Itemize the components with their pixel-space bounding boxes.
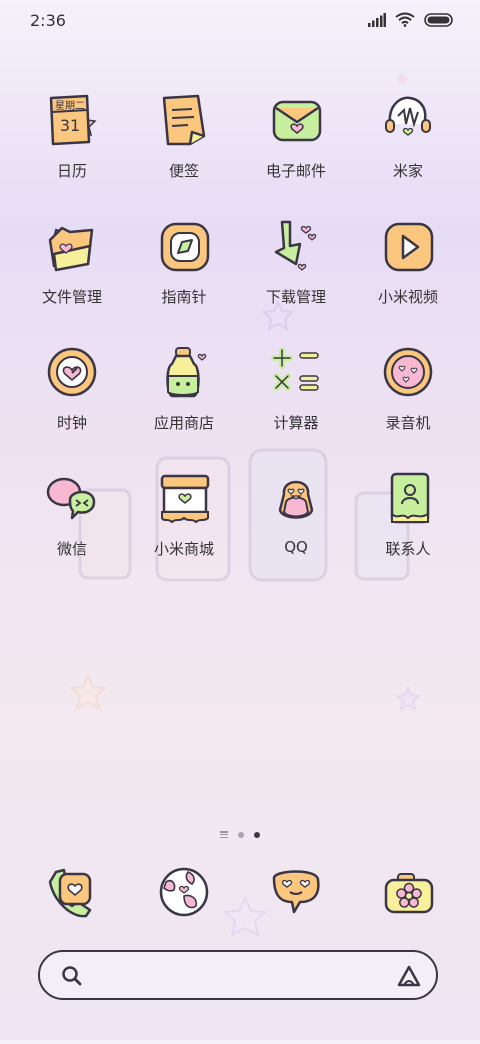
globe-icon (159, 867, 209, 917)
calendar-icon: 星期二 31 (49, 94, 97, 146)
chat-bubbles-icon (46, 477, 96, 520)
dock-browser[interactable] (128, 860, 240, 924)
app-label: 微信 (56, 540, 87, 558)
app-label: 便签 (168, 162, 199, 180)
envelope-icon (272, 100, 322, 142)
feed-page-indicator-icon[interactable] (220, 831, 228, 838)
app-label: 下载管理 (265, 288, 326, 306)
app-calendar[interactable]: 星期二 31 日历 (16, 88, 128, 214)
app-label: 米家 (392, 162, 423, 180)
phone-icon (48, 868, 92, 918)
search-bar[interactable] (38, 950, 438, 1000)
app-qq[interactable]: QQ (240, 466, 352, 592)
assistant-icon[interactable] (396, 964, 422, 988)
app-label: 日历 (56, 162, 87, 180)
folder-icon (48, 226, 94, 272)
app-downloads[interactable]: 下载管理 (240, 214, 352, 340)
app-label: 计算器 (273, 414, 319, 432)
app-mihome[interactable]: 米家 (352, 88, 464, 214)
recorder-icon (383, 347, 433, 397)
calendar-date: 31 (60, 116, 80, 135)
app-label: 小米视频 (377, 288, 438, 306)
dock-messages[interactable] (240, 860, 352, 924)
shop-icon (160, 474, 210, 524)
app-email[interactable]: 电子邮件 (240, 88, 352, 214)
app-label: 小米商城 (153, 540, 214, 558)
app-notes[interactable]: 便签 (128, 88, 240, 214)
app-label: 文件管理 (41, 288, 102, 306)
dock-camera[interactable] (352, 860, 464, 924)
app-label: QQ (284, 538, 308, 556)
calendar-weekday: 星期二 (55, 100, 85, 112)
app-grid: 星期二 31 日历 便签 电子邮件 米家 文件管理 指南针 下载管理 小米视频 … (16, 88, 464, 592)
notes-icon (162, 94, 206, 146)
app-mistore[interactable]: 小米商城 (128, 466, 240, 592)
search-icon (62, 966, 82, 986)
app-files[interactable]: 文件管理 (16, 214, 128, 340)
dock-phone[interactable] (16, 860, 128, 924)
mihome-icon (385, 96, 431, 136)
app-contacts[interactable]: 联系人 (352, 466, 464, 592)
app-calculator[interactable]: 计算器 (240, 340, 352, 466)
dock (16, 860, 464, 924)
download-icon (274, 220, 317, 271)
app-mivideo[interactable]: 小米视频 (352, 214, 464, 340)
app-appstore[interactable]: 应用商店 (128, 340, 240, 466)
app-label: 联系人 (385, 540, 431, 558)
page-dot-current[interactable] (254, 831, 260, 838)
calculator-icon (271, 347, 319, 391)
page-dot[interactable] (238, 831, 244, 838)
play-icon (384, 222, 434, 272)
camera-icon (384, 873, 434, 914)
app-label: 时钟 (56, 414, 87, 432)
app-clock[interactable]: 时钟 (16, 340, 128, 466)
clock-icon (47, 347, 97, 397)
bottle-icon (166, 347, 207, 398)
penguin-icon (278, 480, 314, 519)
contact-card-icon (390, 472, 430, 524)
app-label: 录音机 (385, 414, 431, 432)
compass-icon (160, 222, 210, 272)
message-bubble-icon (272, 870, 320, 914)
app-wechat[interactable]: 微信 (16, 466, 128, 592)
app-label: 指南针 (161, 288, 207, 306)
app-label: 应用商店 (153, 414, 214, 432)
app-compass[interactable]: 指南针 (128, 214, 240, 340)
app-label: 电子邮件 (265, 162, 326, 180)
page-indicator[interactable] (0, 831, 480, 838)
app-recorder[interactable]: 录音机 (352, 340, 464, 466)
